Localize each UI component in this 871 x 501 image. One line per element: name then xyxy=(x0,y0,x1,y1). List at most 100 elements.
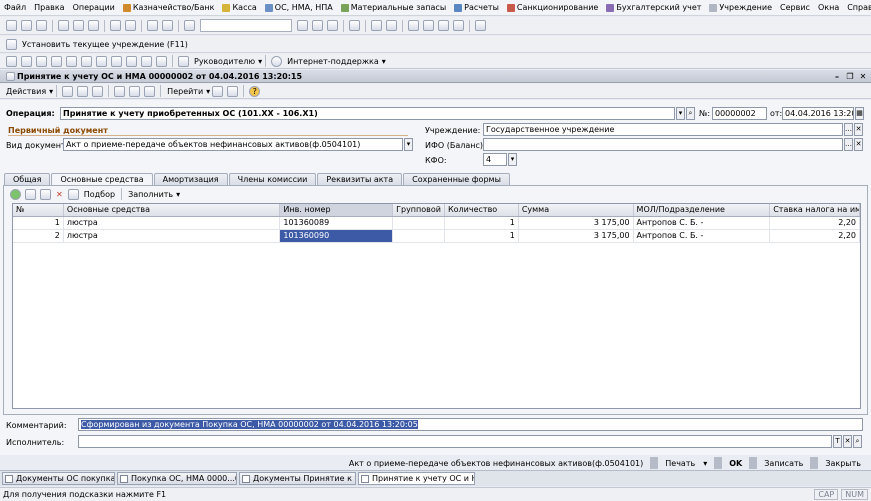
chevron-down-icon[interactable]: ▾ xyxy=(404,138,413,151)
search-icon[interactable]: ⌕ xyxy=(686,107,695,120)
goto-menu[interactable]: Перейти xyxy=(164,87,206,96)
doc-type-field[interactable]: Акт о приеме-передаче объектов нефинансо… xyxy=(63,138,403,151)
undo-icon[interactable] xyxy=(147,20,158,31)
report-icon[interactable] xyxy=(227,85,239,97)
menu-operations[interactable]: Операции xyxy=(69,1,119,15)
structure-icon[interactable] xyxy=(129,85,141,97)
menu-file[interactable]: Файл xyxy=(0,1,30,15)
copy-row-icon[interactable] xyxy=(25,188,36,200)
fixed-assets-table[interactable]: № Основные средства Инв. номер Групповой… xyxy=(12,203,861,409)
chevron-down-icon[interactable]: ▾ xyxy=(676,107,685,120)
ledger-icon[interactable] xyxy=(212,85,224,97)
print-doc-button[interactable]: Акт о приеме-передаче объектов нефинансо… xyxy=(345,459,647,468)
number-field[interactable]: 00000002 xyxy=(712,107,767,120)
task-item[interactable]: Документы Принятие к уче... xyxy=(239,472,356,485)
calendar-icon[interactable] xyxy=(386,20,397,31)
open-icon[interactable] xyxy=(21,20,32,31)
movements-icon[interactable] xyxy=(144,85,156,97)
column-header[interactable]: Ставка налога на им... xyxy=(770,204,861,216)
column-header[interactable]: Количество xyxy=(445,204,519,216)
clear-icon[interactable]: ✕ xyxy=(843,435,852,448)
tab-depreciation[interactable]: Амортизация xyxy=(153,173,228,185)
panel-icon[interactable] xyxy=(81,55,92,67)
search-icon[interactable] xyxy=(184,20,195,31)
chevron-down-icon[interactable]: ▾ xyxy=(382,57,386,66)
edit-row-icon[interactable] xyxy=(40,188,51,200)
redo-icon[interactable] xyxy=(162,20,173,31)
task-item-active[interactable]: Принятие к учету ОС и Н...:15 xyxy=(358,472,475,485)
column-header[interactable]: Основные средства xyxy=(64,204,281,216)
text-icon[interactable]: T xyxy=(833,435,842,448)
delete-row-icon[interactable]: ✕ xyxy=(56,190,63,199)
panel-icon[interactable] xyxy=(36,55,47,67)
calculator-icon[interactable] xyxy=(349,20,360,31)
restore-icon[interactable]: ❐ xyxy=(845,72,855,81)
actions-menu[interactable]: Действия xyxy=(3,87,49,96)
task-item[interactable]: Покупка ОС, НМА 0000...06 * xyxy=(117,472,237,485)
memory-m-icon[interactable] xyxy=(423,20,434,31)
new-icon[interactable] xyxy=(6,20,17,31)
save-button[interactable]: Записать xyxy=(760,459,807,468)
menu-settlements[interactable]: Расчеты xyxy=(450,1,503,15)
panel-icon[interactable] xyxy=(21,55,32,67)
preview-icon[interactable] xyxy=(125,20,136,31)
cut-icon[interactable] xyxy=(58,20,69,31)
chevron-down-icon[interactable]: ▾ xyxy=(49,87,53,96)
tab-saved-forms[interactable]: Сохраненные формы xyxy=(403,173,510,185)
ellipsis-icon[interactable]: … xyxy=(844,123,853,136)
menu-fixed-assets[interactable]: ОС, НМА, НПА xyxy=(261,1,337,15)
find-next-icon[interactable] xyxy=(297,20,308,31)
menu-cash[interactable]: Касса xyxy=(218,1,260,15)
tab-commission[interactable]: Члены комиссии xyxy=(228,173,317,185)
post-icon[interactable] xyxy=(62,85,74,97)
menu-institution[interactable]: Учреждение xyxy=(705,1,776,15)
panel-icon[interactable] xyxy=(141,55,152,67)
table-row[interactable]: 2 люстра 101360090 1 3 175,00 Антропов С… xyxy=(13,230,861,243)
copy-doc-icon[interactable] xyxy=(92,85,104,97)
tab-general[interactable]: Общая xyxy=(4,173,51,185)
panel-icon[interactable] xyxy=(66,55,77,67)
print-menu[interactable]: Печать xyxy=(661,459,699,468)
memory-plus-icon[interactable] xyxy=(438,20,449,31)
refresh-icon[interactable] xyxy=(77,85,89,97)
memory-minus-icon[interactable] xyxy=(453,20,464,31)
tab-act-details[interactable]: Реквизиты акта xyxy=(317,173,403,185)
menu-treasury[interactable]: Казначейство/Банк xyxy=(119,1,219,15)
copy-icon[interactable] xyxy=(73,20,84,31)
minimize-icon[interactable]: – xyxy=(832,72,842,81)
clear-icon[interactable]: ✕ xyxy=(854,138,863,151)
chevron-down-icon[interactable]: ▾ xyxy=(206,87,210,96)
executor-field[interactable] xyxy=(78,435,832,448)
info-icon[interactable] xyxy=(371,20,382,31)
operation-field[interactable]: Принятие к учету приобретенных ОС (101.Х… xyxy=(60,107,675,120)
chevron-down-icon[interactable]: ▾ xyxy=(699,459,711,468)
panel-icon[interactable] xyxy=(156,55,167,67)
search-icon[interactable]: ⌕ xyxy=(853,435,862,448)
ellipsis-icon[interactable]: … xyxy=(844,138,853,151)
panel-icon[interactable] xyxy=(51,55,62,67)
help-button[interactable]: ? xyxy=(249,85,261,97)
column-header[interactable]: Инв. номер xyxy=(280,204,394,216)
chevron-down-icon[interactable]: ▾ xyxy=(176,190,180,199)
close-button[interactable]: Закрыть xyxy=(821,459,865,468)
panel-icon[interactable] xyxy=(96,55,107,67)
column-header[interactable]: Групповой ... xyxy=(393,204,445,216)
menu-service[interactable]: Сервис xyxy=(776,1,814,15)
search-input[interactable] xyxy=(200,19,292,32)
menu-sanction[interactable]: Санкционирование xyxy=(503,1,602,15)
print-icon[interactable] xyxy=(110,20,121,31)
chevron-down-icon[interactable]: ▾ xyxy=(508,153,517,166)
kfo-field[interactable]: 4 xyxy=(483,153,507,166)
paste-icon[interactable] xyxy=(88,20,99,31)
panel-icon[interactable] xyxy=(111,55,122,67)
selection-button[interactable]: Подбор xyxy=(81,190,118,199)
end-edit-icon[interactable] xyxy=(67,188,79,200)
column-header[interactable]: МОЛ/Подразделение xyxy=(634,204,771,216)
find-prev-icon[interactable] xyxy=(312,20,323,31)
fill-button[interactable]: Заполнить xyxy=(125,190,176,199)
find-all-icon[interactable] xyxy=(327,20,338,31)
column-header[interactable]: Сумма xyxy=(519,204,634,216)
date-field[interactable]: 04.04.2016 13:20:15 xyxy=(782,107,854,120)
ifo-field[interactable] xyxy=(483,138,843,151)
calendar-icon[interactable]: ▦ xyxy=(855,107,864,120)
